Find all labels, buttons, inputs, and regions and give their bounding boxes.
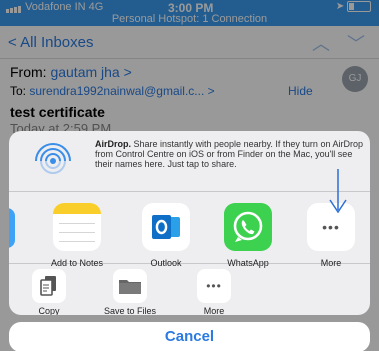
annotation-arrow-icon bbox=[329, 169, 347, 214]
action-label: Save to Files bbox=[103, 306, 157, 315]
outlook-icon bbox=[142, 203, 190, 251]
app-icon-partial[interactable] bbox=[9, 208, 15, 248]
airdrop-section[interactable]: AirDrop. Share instantly with people nea… bbox=[9, 131, 370, 192]
airdrop-description: Share instantly with people nearby. If t… bbox=[95, 139, 363, 169]
share-sheet: AirDrop. Share instantly with people nea… bbox=[9, 131, 370, 315]
notes-icon bbox=[53, 203, 101, 251]
action-more[interactable]: ••• More bbox=[184, 269, 244, 315]
action-save-to-files[interactable]: Save to Files bbox=[100, 269, 160, 315]
share-actions-row: Copy Save to Files ••• More bbox=[9, 263, 370, 315]
share-app-outlook[interactable]: Outlook bbox=[135, 203, 197, 268]
more-icon: ••• bbox=[197, 269, 231, 303]
folder-icon bbox=[113, 269, 147, 303]
share-apps-row: Add to Notes Outlook WhatsApp ••• More bbox=[9, 191, 370, 268]
action-label: Copy bbox=[38, 306, 60, 315]
action-label: More bbox=[203, 306, 225, 315]
action-copy[interactable]: Copy bbox=[19, 269, 79, 315]
whatsapp-icon bbox=[224, 203, 272, 251]
copy-icon bbox=[32, 269, 66, 303]
share-app-whatsapp[interactable]: WhatsApp bbox=[217, 203, 279, 268]
share-app-add-to-notes[interactable]: Add to Notes bbox=[46, 203, 108, 268]
airdrop-title: AirDrop. bbox=[95, 139, 131, 149]
airdrop-icon bbox=[35, 143, 71, 174]
cancel-button[interactable]: Cancel bbox=[9, 322, 370, 352]
